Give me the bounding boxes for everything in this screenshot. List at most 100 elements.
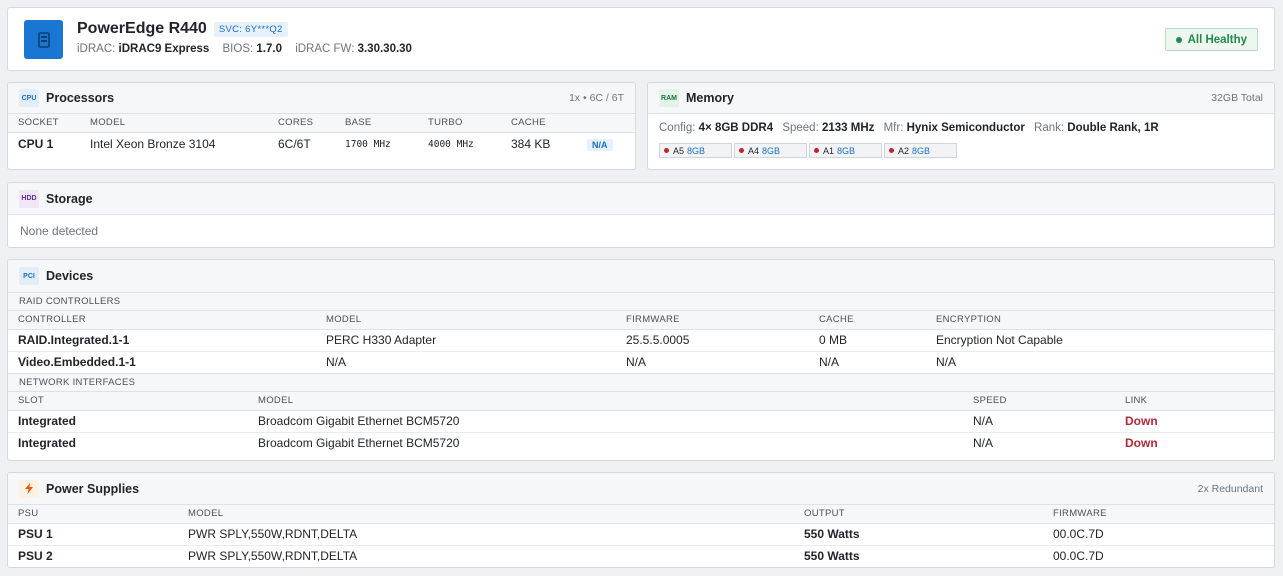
processors-header: CPU Processors 1x • 6C / 6T <box>8 83 635 114</box>
network-interfaces-heading: NETWORK INTERFACES <box>8 373 1274 392</box>
idrac-label: iDRAC: <box>77 43 116 55</box>
psu-firmware: 00.0C.7D <box>1053 549 1104 564</box>
raid-controller-name: RAID.Integrated.1-1 <box>8 329 316 352</box>
raid-encryption: N/A <box>936 355 957 370</box>
dimm-slot: A5 8GB <box>659 143 732 158</box>
psu-name: PSU 2 <box>18 549 53 564</box>
power-meta: 2x Redundant <box>1197 482 1263 495</box>
health-status-label: All Healthy <box>1187 33 1247 46</box>
col-firmware: FIRMWARE <box>1043 505 1274 524</box>
raid-controller-name: Video.Embedded.1-1 <box>18 355 136 370</box>
processors-table: SOCKET MODEL CORES BASE TURBO CACHE CPU … <box>8 114 635 156</box>
cpu-cache: 384 KB <box>511 137 551 152</box>
rank-value: Double Rank, 1R <box>1067 122 1159 134</box>
raid-model: PERC H330 Adapter <box>316 329 616 352</box>
psu-output: 550 Watts <box>804 549 860 564</box>
col-output: OUTPUT <box>794 505 1043 524</box>
col-speed: SPEED <box>963 392 1115 411</box>
col-psu: PSU <box>8 505 178 524</box>
memory-header: RAM Memory 32GB Total <box>648 83 1274 114</box>
raid-table: CONTROLLER MODEL FIRMWARE CACHE ENCRYPTI… <box>8 311 1274 373</box>
dimm-status-dot-icon <box>889 148 894 153</box>
pci-icon: PCI <box>19 267 39 285</box>
dimm-status-dot-icon <box>739 148 744 153</box>
col-encryption: ENCRYPTION <box>926 311 1274 330</box>
col-model: MODEL <box>316 311 616 330</box>
nic-model: Broadcom Gigabit Ethernet BCM5720 <box>258 436 460 451</box>
idrac-value: iDRAC9 Express <box>118 43 210 55</box>
cpu-socket: CPU 1 <box>18 137 54 152</box>
psu-output: 550 Watts <box>794 523 1043 546</box>
table-row: RAID.Integrated.1-1 PERC H330 Adapter 25… <box>8 329 1274 352</box>
processors-card: CPU Processors 1x • 6C / 6T SOCKET MODEL… <box>7 82 636 170</box>
bios-label: BIOS: <box>222 43 254 55</box>
nic-speed: N/A <box>973 436 994 451</box>
col-extra <box>577 114 635 133</box>
cpu-model: Intel Xeon Bronze 3104 <box>90 137 216 152</box>
idrac-fw-label: iDRAC FW: <box>295 43 355 55</box>
speed-value: 2133 MHz <box>821 122 875 134</box>
nic-speed: N/A <box>963 410 1115 433</box>
server-title: PowerEdge R440 <box>77 20 207 37</box>
raid-firmware: N/A <box>626 355 647 370</box>
power-header: Power Supplies 2x Redundant <box>8 473 1274 505</box>
devices-title: Devices <box>46 269 94 283</box>
speed-label: Speed: <box>782 122 819 134</box>
col-controller: CONTROLLER <box>8 311 316 330</box>
dimm-slot: A1 8GB <box>809 143 882 158</box>
network-table: SLOT MODEL SPEED LINK Integrated Broadco… <box>8 392 1274 454</box>
devices-card: PCI Devices RAID CONTROLLERS CONTROLLER … <box>7 259 1275 461</box>
col-cache: CACHE <box>809 311 926 330</box>
col-slot: SLOT <box>8 392 248 411</box>
config-value: 4× 8GB DDR4 <box>698 122 774 134</box>
processors-title: Processors <box>46 91 115 105</box>
nic-link-status: Down <box>1125 436 1158 451</box>
dimm-status-dot-icon <box>814 148 819 153</box>
nic-slot: Integrated <box>18 436 77 451</box>
service-tag-badge: SVC: 6Y***Q2 <box>213 21 288 37</box>
idrac-fw-value: 3.30.30.30 <box>357 43 412 55</box>
storage-header: HDD Storage <box>8 183 1274 215</box>
cpu-base: 1700 MHz <box>345 138 391 150</box>
config-label: Config: <box>659 122 696 134</box>
storage-title: Storage <box>46 191 93 206</box>
cpu-cores: 6C/6T <box>278 137 311 152</box>
memory-meta: 32GB Total <box>1211 92 1263 104</box>
lightning-icon <box>19 479 39 498</box>
processors-meta: 1x • 6C / 6T <box>568 92 624 104</box>
cpu-turbo: 4000 MHz <box>428 138 474 150</box>
col-turbo: TURBO <box>418 114 501 133</box>
power-table: PSU MODEL OUTPUT FIRMWARE PSU 1 PWR SPLY… <box>8 505 1274 567</box>
raid-controllers-heading: RAID CONTROLLERS <box>8 292 1274 311</box>
table-row: CPU 1 Intel Xeon Bronze 3104 6C/6T 1700 … <box>8 132 635 156</box>
bios-value: 1.7.0 <box>256 43 282 55</box>
col-link: LINK <box>1115 392 1274 411</box>
storage-card: HDD Storage None detected <box>7 182 1275 248</box>
cpu-status-badge: N/A <box>587 139 613 152</box>
memory-summary: Config: 4× 8GB DDR4 Speed: 2133 MHz Mfr:… <box>648 114 1274 134</box>
dimm-slot: A4 8GB <box>734 143 807 158</box>
mfr-value: Hynix Semiconductor <box>906 122 1025 134</box>
psu-model: PWR SPLY,550W,RDNT,DELTA <box>178 523 794 546</box>
raid-encryption: Encryption Not Capable <box>926 329 1274 352</box>
col-model: MODEL <box>178 505 794 524</box>
nic-slot: Integrated <box>8 410 248 433</box>
raid-firmware: 25.5.5.0005 <box>616 329 809 352</box>
dimm-slot: A2 8GB <box>884 143 957 158</box>
psu-model: PWR SPLY,550W,RDNT,DELTA <box>188 549 358 564</box>
ram-icon: RAM <box>659 89 679 107</box>
col-socket: SOCKET <box>8 114 80 133</box>
table-row: PSU 2 PWR SPLY,550W,RDNT,DELTA 550 Watts… <box>8 545 1274 567</box>
server-icon <box>24 20 63 59</box>
table-row: PSU 1 PWR SPLY,550W,RDNT,DELTA 550 Watts… <box>8 523 1274 546</box>
nic-link-status: Down <box>1115 410 1274 433</box>
table-row: Integrated Broadcom Gigabit Ethernet BCM… <box>8 432 1274 454</box>
raid-cache: 0 MB <box>809 329 926 352</box>
cpu-icon: CPU <box>19 89 39 107</box>
nic-model: Broadcom Gigabit Ethernet BCM5720 <box>248 410 963 433</box>
devices-header: PCI Devices <box>8 260 1274 292</box>
table-row: Video.Embedded.1-1 N/A N/A N/A N/A <box>8 351 1274 373</box>
col-model: MODEL <box>80 114 268 133</box>
raid-model: N/A <box>326 355 347 370</box>
power-title: Power Supplies <box>46 481 140 496</box>
